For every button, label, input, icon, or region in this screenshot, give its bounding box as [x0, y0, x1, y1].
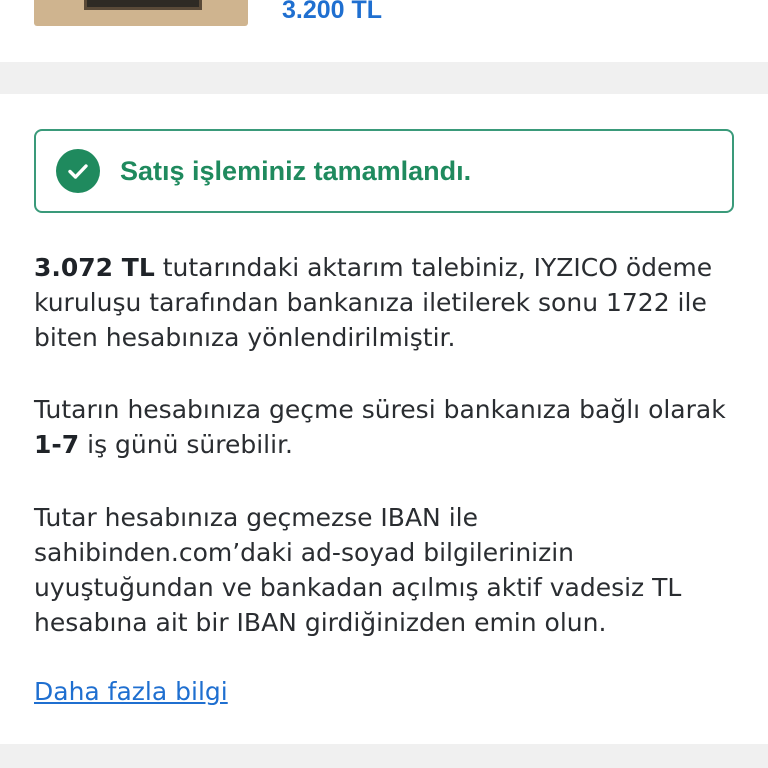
section-divider [0, 62, 768, 94]
success-alert: Satış işleminiz tamamlandı. [34, 129, 734, 213]
success-message: Satış işleminiz tamamlandı. [120, 155, 472, 186]
check-circle-icon [56, 149, 100, 193]
more-info-link[interactable]: Daha fazla bilgi [34, 674, 228, 709]
iban-warning-text: Tutar hesabınıza geçmezse IBAN ile sahib… [34, 503, 682, 637]
sale-result-panel: Satış işleminiz tamamlandı. 3.072 TL tut… [0, 94, 768, 744]
listing-card[interactable]: 3.200 TL [0, 0, 768, 62]
duration-days: 1-7 [34, 430, 80, 459]
duration-text-before: Tutarın hesabınıza geçme süresi bankanız… [34, 395, 726, 424]
transfer-amount: 3.072 TL [34, 253, 155, 282]
thumbnail-product-image [84, 0, 202, 10]
listing-price: 3.200 TL [282, 0, 383, 24]
listing-thumbnail[interactable] [34, 0, 248, 26]
duration-text-after: iş günü sürebilir. [79, 430, 294, 459]
transfer-duration-text: Tutarın hesabınıza geçme süresi bankanız… [34, 392, 734, 462]
bottom-divider [0, 744, 768, 768]
transfer-info-text: 3.072 TL tutarındaki aktarım talebiniz, … [34, 250, 734, 355]
